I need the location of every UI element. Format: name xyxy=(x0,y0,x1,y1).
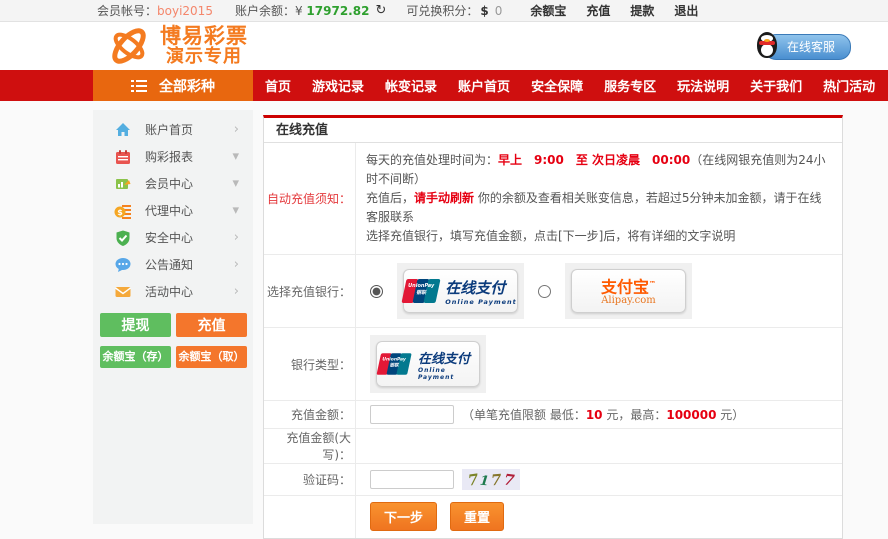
captcha-row: 验证码： 7 1 7 7 xyxy=(264,464,842,496)
list-menu-icon xyxy=(131,80,147,92)
sidebar-buttons: 提现充值 余额宝（存）余额宝（取） xyxy=(100,313,253,368)
coin-icon: $ xyxy=(114,202,132,220)
svg-text:$: $ xyxy=(117,208,123,217)
sidebar-item-activity-center[interactable]: 活动中心 › xyxy=(93,278,253,305)
chevron-right-icon: › xyxy=(234,122,239,137)
unionpay-logo-icon: UnionPay银联 xyxy=(379,353,411,375)
notice-text: 每天的充值处理时间为：早上 9:00 至 次日凌晨 00:00（在线网银充值则为… xyxy=(356,143,842,254)
sidebar-item-account-home[interactable]: 账户首页 › xyxy=(93,116,253,143)
chevron-right-icon: › xyxy=(234,284,239,299)
all-lottery-menu[interactable]: 全部彩种 xyxy=(93,70,253,101)
notice-label: 自动充值须知： xyxy=(264,143,356,254)
yuebao-deposit-button[interactable]: 余额宝（存） xyxy=(100,346,171,368)
account-label: 会员帐号： xyxy=(97,2,157,19)
sidebar: 账户首页 › 购彩报表 ▾ 会员中心 ▾ $ 代理中心 ▾ xyxy=(93,110,253,524)
unionpay-logo-icon: UnionPay银联 xyxy=(404,279,440,303)
bank-type-label: 银行类型： xyxy=(264,328,356,400)
home-icon xyxy=(114,121,132,139)
mail-icon xyxy=(114,283,132,301)
amount-input[interactable] xyxy=(370,405,454,424)
nav-hot-events[interactable]: 热门活动 xyxy=(823,76,875,95)
sidebar-item-member-center[interactable]: 会员中心 ▾ xyxy=(93,170,253,197)
nav-security[interactable]: 安全保障 xyxy=(531,76,583,95)
logo-text: 博易彩票 演示专用 xyxy=(160,26,248,66)
nav-about-us[interactable]: 关于我们 xyxy=(750,76,802,95)
notice-row: 自动充值须知： 每天的充值处理时间为：早上 9:00 至 次日凌晨 00:00（… xyxy=(264,143,842,255)
chart-icon xyxy=(114,175,132,193)
topbar-link-yuebao[interactable]: 余额宝 xyxy=(530,2,566,19)
balance-value: 17972.82 xyxy=(306,4,369,18)
nav-account-home[interactable]: 账户首页 xyxy=(458,76,510,95)
site-logo[interactable]: 博易彩票 演示专用 xyxy=(106,25,248,67)
nav-account-changes[interactable]: 帐变记录 xyxy=(385,76,437,95)
amount-row: 充值金额： （单笔充值限额 最低：10 元，最高：100000 元） xyxy=(264,401,842,429)
chat-bubble-icon xyxy=(114,256,132,274)
sidebar-item-announcements[interactable]: 公告通知 › xyxy=(93,251,253,278)
reset-button[interactable]: 重置 xyxy=(450,502,504,531)
online-recharge-panel: 在线充值 自动充值须知： 每天的充值处理时间为：早上 9:00 至 次日凌晨 0… xyxy=(263,115,843,539)
alipay-logo-icon: 支付宝™ xyxy=(601,276,656,295)
unionpay-option[interactable]: UnionPay银联 在线支付 Online Payment xyxy=(397,263,524,319)
nav-game-records[interactable]: 游戏记录 xyxy=(312,76,364,95)
next-step-button[interactable]: 下一步 xyxy=(370,502,437,531)
topbar-link-logout[interactable]: 退出 xyxy=(674,2,698,19)
unionpay-radio[interactable] xyxy=(370,285,383,298)
nav-links: 首页 游戏记录 帐变记录 账户首页 安全保障 服务专区 玩法说明 关于我们 热门… xyxy=(265,70,875,101)
amount-hint: （单笔充值限额 最低：10 元，最高：100000 元） xyxy=(462,406,744,423)
nav-service-zone[interactable]: 服务专区 xyxy=(604,76,656,95)
points-value: 0 xyxy=(495,4,503,18)
account-value: boyi2015 xyxy=(157,4,213,18)
sidebar-item-agent-center[interactable]: $ 代理中心 ▾ xyxy=(93,197,253,224)
all-lottery-label: 全部彩种 xyxy=(159,76,215,96)
topbar-link-withdraw[interactable]: 提款 xyxy=(630,2,654,19)
nav-play-rules[interactable]: 玩法说明 xyxy=(677,76,729,95)
online-service-button[interactable]: 在线客服 xyxy=(754,32,851,61)
topbar: 会员帐号： boyi2015 账户余额：¥ 17972.82 ↻ 可兑换积分： … xyxy=(0,0,888,22)
amount-words-row: 充值金额(大写)： xyxy=(264,429,842,464)
qq-penguin-icon xyxy=(754,32,780,61)
captcha-image[interactable]: 7 1 7 7 xyxy=(462,469,520,490)
recharge-button[interactable]: 充值 xyxy=(176,313,247,337)
calendar-icon xyxy=(114,148,132,166)
chevron-down-icon: ▾ xyxy=(232,176,239,191)
amount-words-value xyxy=(356,429,842,463)
captcha-input[interactable] xyxy=(370,470,454,489)
sidebar-item-bet-reports[interactable]: 购彩报表 ▾ xyxy=(93,143,253,170)
sidebar-item-security-center[interactable]: 安全中心 › xyxy=(93,224,253,251)
points-currency: $ xyxy=(480,4,488,18)
bank-type-selected[interactable]: UnionPay银联 在线支付 Online Payment xyxy=(370,335,486,393)
points-label: 可兑换积分： xyxy=(406,2,478,19)
refresh-balance-icon[interactable]: ↻ xyxy=(375,3,386,18)
captcha-label: 验证码： xyxy=(264,464,356,495)
logo-swirl-icon xyxy=(106,25,152,67)
shield-icon xyxy=(114,229,132,247)
chevron-down-icon: ▾ xyxy=(232,149,239,164)
chevron-right-icon: › xyxy=(234,230,239,245)
chevron-right-icon: › xyxy=(234,257,239,272)
yuebao-withdraw-button[interactable]: 余额宝（取） xyxy=(176,346,247,368)
nav-home[interactable]: 首页 xyxy=(265,76,291,95)
bank-select-label: 选择充值银行： xyxy=(264,255,356,327)
chevron-down-icon: ▾ xyxy=(232,203,239,218)
panel-title: 在线充值 xyxy=(264,118,842,143)
logo-subtitle: 演示专用 xyxy=(160,48,248,66)
topbar-link-recharge[interactable]: 充值 xyxy=(586,2,610,19)
actions-row: 下一步 重置 xyxy=(264,496,842,538)
bank-type-row: 银行类型： UnionPay银联 在线支付 Online Payment xyxy=(264,328,842,401)
amount-label: 充值金额： xyxy=(264,401,356,428)
balance-label: 账户余额：¥ xyxy=(235,2,303,19)
logo-title: 博易彩票 xyxy=(160,26,248,47)
alipay-option[interactable]: 支付宝™ Alipay.com xyxy=(565,263,692,319)
bank-select-row: 选择充值银行： UnionPay银联 在线支付 Online Payment xyxy=(264,255,842,328)
header: 博易彩票 演示专用 在线客服 xyxy=(0,22,888,70)
amount-words-label: 充值金额(大写)： xyxy=(264,429,356,463)
alipay-radio[interactable] xyxy=(538,285,551,298)
main-nav: 全部彩种 首页 游戏记录 帐变记录 账户首页 安全保障 服务专区 玩法说明 关于… xyxy=(0,70,888,101)
withdraw-button[interactable]: 提现 xyxy=(100,313,171,337)
